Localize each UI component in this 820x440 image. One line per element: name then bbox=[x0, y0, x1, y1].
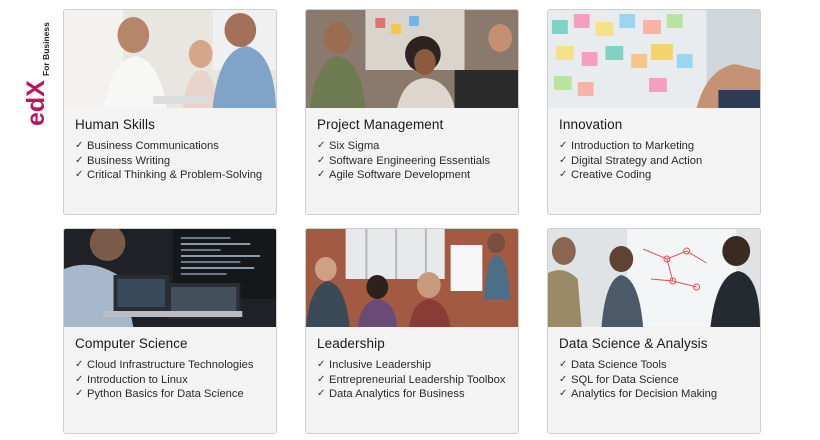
course-item[interactable]: ✓ Introduction to Linux bbox=[75, 373, 253, 388]
course-item[interactable]: ✓ Software Engineering Essentials bbox=[317, 154, 490, 169]
course-item[interactable]: ✓ Creative Coding bbox=[559, 168, 702, 183]
check-icon: ✓ bbox=[559, 359, 568, 370]
card-title: Innovation bbox=[559, 117, 623, 132]
course-item[interactable]: ✓ Critical Thinking & Problem-Solving bbox=[75, 168, 262, 183]
check-icon: ✓ bbox=[317, 169, 326, 181]
course-list: ✓ Data Science Tools ✓ SQL for Data Scienc… bbox=[559, 358, 717, 402]
subject-card-innovation[interactable]: Innovation ✓ Introduction to Marketing ✓ D… bbox=[547, 9, 761, 215]
course-item[interactable]: ✓ Introduction to Marketing bbox=[559, 139, 702, 154]
whiteboard-diagram-image bbox=[548, 229, 760, 327]
check-icon: ✓ bbox=[559, 140, 568, 151]
check-icon: ✓ bbox=[559, 388, 568, 400]
course-item[interactable]: ✓ Analytics for Decision Making bbox=[559, 387, 717, 402]
course-item[interactable]: ✓ Cloud Infrastructure Technologies bbox=[75, 358, 253, 373]
course-item[interactable]: ✓ Business Communications bbox=[75, 139, 262, 154]
course-item[interactable]: ✓ SQL for Data Science bbox=[559, 373, 717, 388]
card-title: Human Skills bbox=[75, 117, 155, 132]
card-title: Project Management bbox=[317, 117, 444, 132]
course-item[interactable]: ✓ Python Basics for Data Science bbox=[75, 387, 253, 402]
subject-card-leadership[interactable]: Leadership ✓ Inclusive Leadership ✓ Entrep… bbox=[305, 228, 519, 434]
subject-card-computer-science[interactable]: Computer Science ✓ Cloud Infrastructure T… bbox=[63, 228, 277, 434]
course-item[interactable]: ✓ Data Science Tools bbox=[559, 358, 717, 373]
check-icon: ✓ bbox=[559, 169, 568, 181]
check-icon: ✓ bbox=[317, 388, 326, 400]
check-icon: ✓ bbox=[75, 373, 84, 385]
course-list: ✓ Six Sigma ✓ Software Engineering Essenti… bbox=[317, 139, 490, 183]
check-icon: ✓ bbox=[75, 140, 84, 151]
course-list: ✓ Business Communications ✓ Business Writi… bbox=[75, 139, 262, 183]
course-list: ✓ Introduction to Marketing ✓ Digital Stra… bbox=[559, 139, 702, 183]
check-icon: ✓ bbox=[75, 359, 84, 370]
laptop-code-image bbox=[64, 229, 276, 327]
course-item[interactable]: ✓ Business Writing bbox=[75, 154, 262, 169]
check-icon: ✓ bbox=[559, 373, 568, 385]
card-title: Leadership bbox=[317, 336, 385, 351]
subject-card-human-skills[interactable]: Human Skills ✓ Business Communications ✓ B… bbox=[63, 9, 277, 215]
course-item[interactable]: ✓ Digital Strategy and Action bbox=[559, 154, 702, 169]
presentation-image bbox=[306, 229, 518, 327]
check-icon: ✓ bbox=[75, 154, 84, 166]
course-list: ✓ Cloud Infrastructure Technologies ✓ Intr… bbox=[75, 358, 253, 402]
course-list: ✓ Inclusive Leadership ✓ Entrepreneurial L… bbox=[317, 358, 505, 402]
subject-card-project-management[interactable]: Project Management ✓ Six Sigma ✓ Software … bbox=[305, 9, 519, 215]
check-icon: ✓ bbox=[317, 154, 326, 166]
course-item[interactable]: ✓ Six Sigma bbox=[317, 139, 490, 154]
check-icon: ✓ bbox=[75, 388, 84, 400]
check-icon: ✓ bbox=[317, 359, 326, 370]
sticky-notes-image bbox=[548, 10, 760, 108]
check-icon: ✓ bbox=[317, 373, 326, 385]
people-meeting-image bbox=[64, 10, 276, 108]
check-icon: ✓ bbox=[317, 140, 326, 151]
check-icon: ✓ bbox=[75, 169, 84, 181]
team-planning-image bbox=[306, 10, 518, 108]
course-item[interactable]: ✓ Entrepreneurial Leadership Toolbox bbox=[317, 373, 505, 388]
check-icon: ✓ bbox=[559, 154, 568, 166]
course-item[interactable]: ✓ Data Analytics for Business bbox=[317, 387, 505, 402]
subject-card-data-science-analysis[interactable]: Data Science & Analysis ✓ Data Science To… bbox=[547, 228, 761, 434]
course-item[interactable]: ✓ Inclusive Leadership bbox=[317, 358, 505, 373]
subject-grid: Human Skills ✓ Business Communications ✓ B… bbox=[0, 0, 820, 440]
card-title: Data Science & Analysis bbox=[559, 336, 708, 351]
course-item[interactable]: ✓ Agile Software Development bbox=[317, 168, 490, 183]
card-title: Computer Science bbox=[75, 336, 188, 351]
